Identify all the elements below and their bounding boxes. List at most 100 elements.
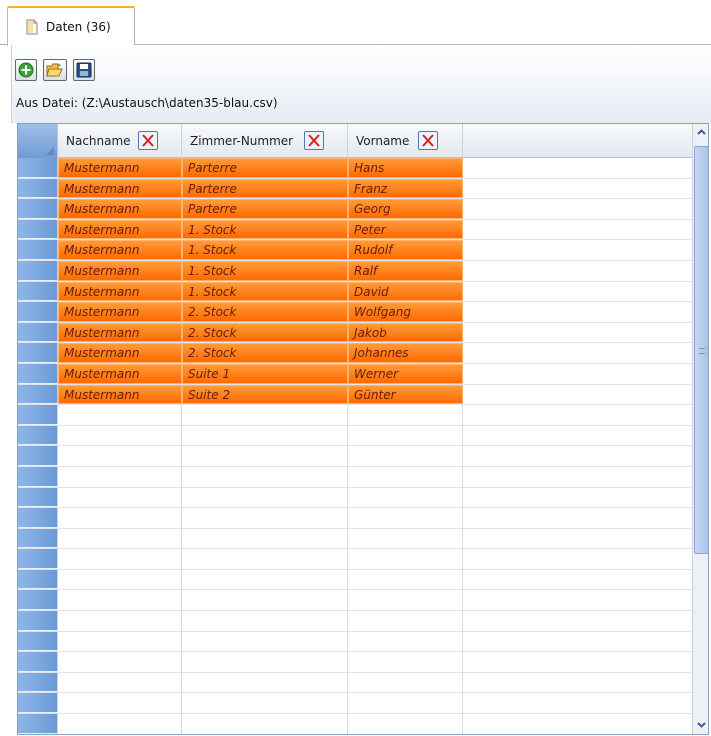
grid-cell[interactable]: Franz (348, 178, 463, 199)
table-row[interactable] (18, 672, 692, 694)
grid-cell[interactable] (182, 631, 348, 652)
table-row[interactable] (18, 405, 692, 426)
table-row[interactable]: Mustermann Parterre Georg (18, 199, 692, 220)
table-row[interactable]: Mustermann 2. Stock Wolfgang (18, 302, 692, 323)
grid-cell[interactable] (348, 672, 463, 693)
grid-cell[interactable]: 1. Stock (182, 281, 348, 302)
row-selector[interactable] (18, 199, 58, 219)
grid-cell[interactable]: Suite 2 (182, 384, 348, 405)
grid-cell[interactable]: Jakob (348, 322, 463, 343)
grid-cell[interactable]: Mustermann (58, 260, 182, 281)
row-selector[interactable] (18, 363, 58, 384)
grid-cell[interactable]: 1. Stock (182, 240, 348, 260)
column-header-nachname[interactable]: Nachname (58, 124, 182, 158)
table-row[interactable]: Mustermann 1. Stock Peter (18, 219, 692, 241)
tab-daten[interactable]: Daten (36) (7, 6, 135, 46)
table-row[interactable]: Mustermann Parterre Hans (18, 158, 692, 179)
table-row[interactable] (18, 466, 692, 488)
grid-cell[interactable] (182, 446, 348, 466)
remove-column-button[interactable] (418, 131, 438, 150)
table-row[interactable] (18, 549, 692, 570)
grid-cell[interactable] (348, 693, 463, 714)
remove-column-button[interactable] (304, 131, 324, 150)
grid-cell[interactable] (348, 611, 463, 631)
grid-cell[interactable] (348, 405, 463, 425)
scrollbar-thumb[interactable] (694, 146, 708, 554)
grid-cell[interactable]: Hans (348, 158, 463, 178)
table-row[interactable] (18, 508, 692, 529)
grid-cell[interactable] (348, 652, 463, 672)
grid-cell[interactable]: Mustermann (58, 343, 182, 363)
grid-cell[interactable]: Georg (348, 199, 463, 219)
grid-cell[interactable] (182, 405, 348, 425)
grid-cell[interactable] (58, 590, 182, 611)
table-row[interactable] (18, 487, 692, 509)
grid-cell[interactable] (58, 508, 182, 528)
row-selector[interactable] (18, 466, 58, 487)
table-row[interactable] (18, 425, 692, 447)
grid-cell[interactable]: Mustermann (58, 219, 182, 240)
grid-cell[interactable] (58, 446, 182, 466)
save-button[interactable] (73, 59, 95, 81)
grid-cell[interactable]: Parterre (182, 199, 348, 219)
grid-cell[interactable] (58, 549, 182, 569)
row-selector[interactable] (18, 590, 58, 611)
open-button[interactable] (43, 59, 67, 81)
grid-cell[interactable]: David (348, 281, 463, 302)
grid-cell[interactable] (348, 631, 463, 652)
grid-cell[interactable] (182, 590, 348, 611)
grid-cell[interactable] (182, 569, 348, 590)
grid-cell[interactable] (58, 714, 182, 734)
grid-cell[interactable] (182, 425, 348, 446)
grid-cell[interactable] (348, 466, 463, 487)
grid-cell[interactable]: 2. Stock (182, 322, 348, 343)
column-header-vorname[interactable]: Vorname (348, 124, 463, 158)
remove-column-button[interactable] (138, 131, 158, 150)
table-row[interactable] (18, 693, 692, 715)
grid-cell[interactable] (182, 528, 348, 549)
table-row[interactable]: Mustermann Suite 2 Günter (18, 384, 692, 406)
grid-cell[interactable] (182, 487, 348, 508)
grid-cell[interactable]: Parterre (182, 178, 348, 199)
grid-cell[interactable] (348, 569, 463, 590)
row-selector[interactable] (18, 302, 58, 322)
grid-cell[interactable] (58, 569, 182, 590)
table-row[interactable] (18, 611, 692, 632)
grid-cell[interactable]: 2. Stock (182, 302, 348, 322)
row-selector[interactable] (18, 281, 58, 302)
grid-cell[interactable]: 1. Stock (182, 219, 348, 240)
table-row[interactable]: Mustermann 1. Stock Rudolf (18, 240, 692, 261)
table-row[interactable] (18, 569, 692, 591)
row-selector[interactable] (18, 672, 58, 693)
table-row[interactable] (18, 631, 692, 653)
grid-cell[interactable] (182, 693, 348, 714)
grid-cell[interactable]: Mustermann (58, 384, 182, 405)
scroll-down-button[interactable] (694, 717, 708, 732)
table-row[interactable]: Mustermann 1. Stock Ralf (18, 260, 692, 282)
grid-cell[interactable] (348, 446, 463, 466)
grid-cell[interactable]: Mustermann (58, 322, 182, 343)
grid-cell[interactable] (58, 611, 182, 631)
table-row[interactable]: Mustermann 1. Stock David (18, 281, 692, 303)
grid-cell[interactable]: Wolfgang (348, 302, 463, 322)
column-header-zimmer-nummer[interactable]: Zimmer-Nummer (182, 124, 348, 158)
grid-cell[interactable] (348, 590, 463, 611)
select-all-corner[interactable] (18, 124, 58, 158)
grid-cell[interactable] (182, 652, 348, 672)
grid-cell[interactable]: Mustermann (58, 302, 182, 322)
row-selector[interactable] (18, 549, 58, 569)
table-row[interactable] (18, 714, 692, 734)
grid-cell[interactable]: Mustermann (58, 281, 182, 302)
grid-cell[interactable] (348, 549, 463, 569)
data-grid[interactable]: Nachname Zimmer-Nummer Vorname Musterman… (17, 123, 709, 735)
grid-cell[interactable]: Mustermann (58, 178, 182, 199)
row-selector[interactable] (18, 714, 58, 734)
row-selector[interactable] (18, 219, 58, 240)
grid-cell[interactable]: Ralf (348, 260, 463, 281)
row-selector[interactable] (18, 652, 58, 672)
row-selector[interactable] (18, 693, 58, 714)
row-selector[interactable] (18, 528, 58, 549)
row-selector[interactable] (18, 158, 58, 178)
add-button[interactable] (15, 59, 37, 81)
grid-cell[interactable]: Peter (348, 219, 463, 240)
